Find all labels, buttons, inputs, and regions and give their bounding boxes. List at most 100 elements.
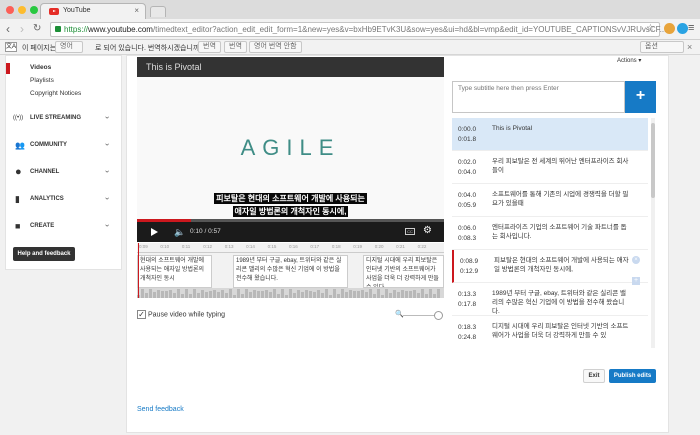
subtitle-text[interactable]: This is Pivotal: [492, 124, 630, 133]
settings-gear-icon[interactable]: ⚙: [423, 225, 432, 236]
subtitle-start-time[interactable]: 0:08.9: [460, 257, 478, 267]
subtitle-end-time[interactable]: 0:17.8: [458, 300, 476, 310]
browser-menu-icon[interactable]: ≡: [688, 22, 694, 34]
tab-close-icon[interactable]: ×: [134, 6, 139, 15]
minimize-window-icon[interactable]: [18, 6, 26, 14]
subtitle-text[interactable]: 소프트웨어를 통해 기존의 시업에 경쟁력을 더할 필요가 있을때: [492, 190, 630, 208]
sidebar-section-create[interactable]: ■ CREATE ›: [6, 219, 123, 235]
sidebar-section-label: COMMUNITY: [30, 142, 67, 148]
insert-subtitle-icon[interactable]: +: [632, 277, 640, 285]
back-icon[interactable]: ‹: [6, 22, 10, 36]
subtitle-text[interactable]: 1989년 부터 구글, ebay, 트위터와 같은 실리콘 밸리의 수많은 혁…: [492, 289, 630, 316]
subtitle-text[interactable]: 우리 피보탈은 전 세계의 뛰어난 엔터프라이즈 회사들이: [492, 157, 630, 175]
subtitle-input[interactable]: [453, 82, 624, 95]
timeline-ticks: 0:09 0:10 0:11 0:12 0:13 0:14 0:15 0:16 0:17 0:18…: [137, 243, 444, 253]
translate-close-icon[interactable]: ×: [687, 42, 692, 52]
play-icon[interactable]: [151, 228, 158, 236]
subtitle-start-time[interactable]: 0:00.0: [458, 125, 476, 135]
new-tab-button[interactable]: [150, 6, 166, 17]
forward-icon[interactable]: ›: [20, 22, 24, 36]
cc-icon[interactable]: CC: [405, 228, 415, 235]
timeline-playhead[interactable]: [138, 243, 139, 298]
subtitle-list-scrollbar[interactable]: [651, 118, 655, 348]
sidebar-section-label: LIVE STREAMING: [30, 115, 82, 121]
sidebar-item-playlists[interactable]: Playlists: [30, 77, 54, 84]
timeline-caption-block[interactable]: 1989년 부터 구글, ebay, 트위터와 같은 실리콘 밸리의 수많은 혁…: [233, 255, 348, 288]
subtitle-times[interactable]: 0:08.9 0:12.9: [460, 257, 478, 277]
pause-while-typing[interactable]: ✓ Pause video while typing: [137, 310, 225, 319]
subtitle-end-time[interactable]: 0:08.3: [458, 234, 476, 244]
subtitle-input-box[interactable]: [452, 81, 625, 113]
send-feedback-link[interactable]: Send feedback: [137, 406, 184, 413]
subtitle-times[interactable]: 0:06.0 0:08.3: [458, 224, 476, 244]
sidebar-section-community[interactable]: 👥 COMMUNITY ›: [6, 138, 123, 154]
maximize-window-icon[interactable]: [30, 6, 38, 14]
subtitle-row[interactable]: 0:00.0 0:01.8 This is Pivotal: [452, 118, 648, 151]
subtitle-text[interactable]: 엔터프라이즈 기업의 소프트웨어 기술 파트너를 돕는 회사입니다.: [492, 223, 630, 241]
subtitle-times[interactable]: 0:00.0 0:01.8: [458, 125, 476, 145]
subtitle-row[interactable]: 0:02.0 0:04.0 우리 피보탈은 전 세계의 뛰어난 엔터프라이즈 회사들…: [452, 151, 648, 184]
subtitle-start-time[interactable]: 0:13.3: [458, 290, 476, 300]
never-translate-button[interactable]: 영어 번역 안함: [249, 41, 302, 53]
bookmark-star-icon[interactable]: ☆: [646, 23, 655, 34]
browser-tab-youtube[interactable]: YouTube ×: [40, 3, 146, 19]
subtitle-row[interactable]: 0:08.9 0:12.9 피보탈은 현대의 소프트웨어 개발에 사용되는 애자일 …: [452, 250, 648, 283]
subtitle-end-time[interactable]: 0:04.0: [458, 168, 476, 178]
timeline-caption-block[interactable]: 현대의 소프트웨어 개발에 사용되는 애자일 방법론의 개척자인 동시: [137, 255, 212, 288]
waveform-bar: [377, 289, 380, 298]
subtitle-start-time[interactable]: 0:18.3: [458, 323, 476, 333]
subtitle-row[interactable]: 0:06.0 0:08.3 엔터프라이즈 기업의 소프트웨어 기술 파트너를 돕는 …: [452, 217, 648, 250]
subtitle-end-time[interactable]: 0:01.8: [458, 135, 476, 145]
sidebar-item-videos[interactable]: Videos: [30, 64, 51, 71]
subtitle-end-time[interactable]: 0:24.8: [458, 333, 476, 343]
subtitle-times[interactable]: 0:04.0 0:05.9: [458, 191, 476, 211]
pause-checkbox[interactable]: ✓: [137, 310, 146, 319]
actions-dropdown[interactable]: Actions ▾: [617, 57, 641, 64]
help-feedback-button[interactable]: Help and feedback: [13, 247, 75, 261]
subtitle-row[interactable]: 0:04.0 0:05.9 소프트웨어를 통해 기존의 시업에 경쟁력을 더할 필요…: [452, 184, 648, 217]
subtitle-end-time[interactable]: 0:12.9: [460, 267, 478, 277]
waveform-bar: [169, 289, 172, 298]
options-button[interactable]: 옵션: [640, 41, 684, 53]
subtitle-start-time[interactable]: 0:02.0: [458, 158, 476, 168]
chevron-down-icon: ›: [102, 197, 112, 200]
waveform-bar: [145, 293, 148, 298]
subtitle-text[interactable]: 디지털 시대에 우리 피보탈은 인터넷 기반의 소프트웨어가 사업을 더욱 더 …: [492, 322, 630, 340]
delete-subtitle-icon[interactable]: ×: [632, 256, 640, 264]
subtitle-text[interactable]: 피보탈은 현대의 소프트웨어 개발에 사용되는 애자일 방법론의 개척자인 동시…: [494, 256, 632, 274]
publish-edits-button[interactable]: Publish edits: [609, 369, 656, 383]
sidebar-item-copyright[interactable]: Copyright Notices: [30, 90, 81, 97]
subtitle-start-time[interactable]: 0:04.0: [458, 191, 476, 201]
extension-icon[interactable]: [677, 23, 688, 34]
subtitle-times[interactable]: 0:13.3 0:17.8: [458, 290, 476, 310]
close-window-icon[interactable]: [6, 6, 14, 14]
subtitle-end-time[interactable]: 0:05.9: [458, 201, 476, 211]
add-subtitle-button[interactable]: +: [625, 81, 656, 113]
scrollbar-thumb[interactable]: [651, 123, 655, 198]
waveform-bar: [437, 289, 440, 298]
sidebar-section-channel[interactable]: ● CHANNEL ›: [6, 165, 123, 181]
subtitle-times[interactable]: 0:02.0 0:04.0: [458, 158, 476, 178]
subtitle-row[interactable]: 0:13.3 0:17.8 1989년 부터 구글, ebay, 트위터와 같은 실…: [452, 283, 648, 316]
translate-question: 로 되어 있습니다. 번역하시겠습니까?: [95, 45, 204, 52]
translate-short-button[interactable]: 번역: [198, 41, 221, 53]
subtitle-times[interactable]: 0:18.3 0:24.8: [458, 323, 476, 343]
language-select[interactable]: 영어: [55, 41, 83, 53]
subtitle-start-time[interactable]: 0:06.0: [458, 224, 476, 234]
volume-icon[interactable]: 🔈: [174, 227, 185, 238]
translate-button[interactable]: 번역: [224, 41, 247, 53]
subtitle-row[interactable]: 0:18.3 0:24.8 디지털 시대에 우리 피보탈은 인터넷 기반의 소프트웨…: [452, 316, 648, 348]
sidebar-section-live-streaming[interactable]: ((•)) LIVE STREAMING ›: [6, 111, 123, 127]
timeline-caption-block[interactable]: 디지털 시대에 우리 피보탈은 인터넷 기반의 소프트웨어가 사업을 더욱 더 …: [363, 255, 444, 288]
video-player[interactable]: This is Pivotal AGILE 피보탈은 현대의 소프트웨어 개발에…: [137, 57, 444, 242]
timeline-zoom-slider[interactable]: 🔍: [395, 311, 445, 320]
waveform-bar: [205, 291, 208, 298]
address-bar[interactable]: https://www.youtube.com/timedtext_editor…: [50, 22, 666, 37]
zoom-knob[interactable]: [434, 311, 443, 320]
caption-timeline[interactable]: 0:09 0:10 0:11 0:12 0:13 0:14 0:15 0:16 0:17 0:18…: [137, 243, 444, 298]
exit-button[interactable]: Exit: [583, 369, 605, 383]
extension-icon[interactable]: [664, 23, 675, 34]
sidebar-section-analytics[interactable]: ▮ ANALYTICS ›: [6, 192, 123, 208]
lock-icon: [55, 26, 61, 32]
reload-icon[interactable]: ↻: [33, 22, 41, 36]
